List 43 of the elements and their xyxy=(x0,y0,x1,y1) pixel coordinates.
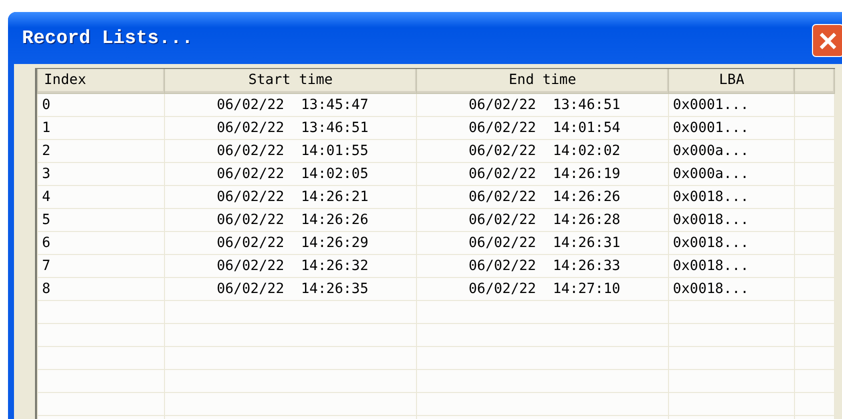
table-cell: 06/02/22 14:26:35 xyxy=(164,277,416,300)
table-cell: 06/02/22 14:26:21 xyxy=(164,185,416,208)
window-title: Record Lists... xyxy=(22,26,194,51)
table-cell: 2 xyxy=(38,139,165,162)
table-cell: 06/02/22 14:26:29 xyxy=(164,231,416,254)
close-button[interactable] xyxy=(812,24,842,57)
table-cell: 0x0018... xyxy=(668,254,795,277)
close-icon xyxy=(818,30,838,50)
table-cell: 0x0001... xyxy=(668,116,795,139)
table-cell: 0x000a... xyxy=(668,139,795,162)
table-cell: 06/02/22 14:26:28 xyxy=(416,208,668,231)
table-cell: 06/02/22 13:45:47 xyxy=(164,93,416,116)
table-cell: 06/02/22 14:27:10 xyxy=(416,277,668,300)
table-cell: 06/02/22 13:46:51 xyxy=(164,116,416,139)
table-cell: 06/02/22 13:46:51 xyxy=(416,93,668,116)
table-cell: 0x000a... xyxy=(668,162,795,185)
table-cell: 0 xyxy=(38,93,165,116)
table-cell: 06/02/22 14:26:26 xyxy=(164,208,416,231)
table-cell: 0x0018... xyxy=(668,208,795,231)
table-cell: 06/02/22 14:26:32 xyxy=(164,254,416,277)
table-cell: 06/02/22 14:26:26 xyxy=(416,185,668,208)
column-header[interactable]: LBA xyxy=(668,69,795,93)
table-cell: 0x0001... xyxy=(668,93,795,116)
table-cell: 06/02/22 14:26:31 xyxy=(416,231,668,254)
column-header[interactable]: End time xyxy=(416,69,668,93)
table-cell: 06/02/22 14:26:33 xyxy=(416,254,668,277)
table-cell: 0x0018... xyxy=(668,277,795,300)
table-cell: 06/02/22 14:26:19 xyxy=(416,162,668,185)
table-cell: 06/02/22 14:02:02 xyxy=(416,139,668,162)
table-cell: 06/02/22 14:01:55 xyxy=(164,139,416,162)
table-cell: 4 xyxy=(38,185,165,208)
table-cell: 1 xyxy=(38,116,165,139)
table-cell: 5 xyxy=(38,208,165,231)
table-cell: 0x0018... xyxy=(668,185,795,208)
table-cell: 06/02/22 14:01:54 xyxy=(416,116,668,139)
table-cell: 3 xyxy=(38,162,165,185)
table-cell: 7 xyxy=(38,254,165,277)
table-cell: 06/02/22 14:02:05 xyxy=(164,162,416,185)
table-cell: 6 xyxy=(38,231,165,254)
table-cell: 8 xyxy=(38,277,165,300)
table-cell: 0x0018... xyxy=(668,231,795,254)
column-header[interactable]: Start time xyxy=(164,69,416,93)
column-header[interactable]: Index xyxy=(38,69,165,93)
